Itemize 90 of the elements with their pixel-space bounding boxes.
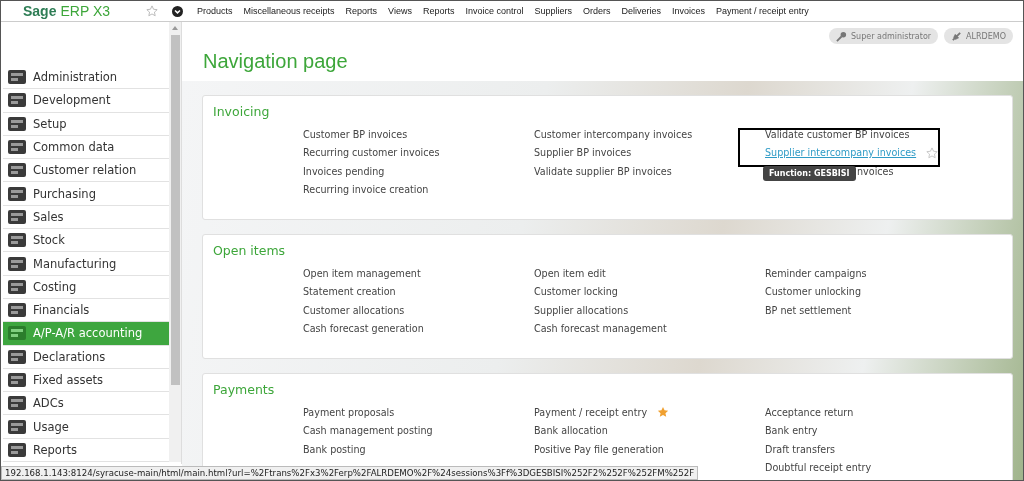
function-link[interactable]: Draft transfers bbox=[765, 443, 836, 455]
module-icon bbox=[7, 417, 27, 436]
sidebar-item[interactable]: Customer relation bbox=[3, 159, 169, 183]
function-link[interactable]: Cash forecast generation bbox=[303, 323, 424, 335]
module-icon bbox=[7, 394, 27, 413]
function-link[interactable]: Validate supplier BP invoices bbox=[534, 165, 672, 177]
function-link[interactable]: Payment / receipt entry bbox=[534, 406, 648, 418]
function-link[interactable]: Customer unlocking bbox=[765, 286, 861, 298]
user-badge[interactable]: Super administrator bbox=[829, 28, 939, 44]
function-link[interactable]: Doubtful receipt entry bbox=[765, 462, 872, 474]
function-link[interactable]: Cash management posting bbox=[303, 425, 433, 437]
sidebar-item[interactable]: Development bbox=[3, 89, 169, 113]
function-link[interactable]: Cash forecast management bbox=[534, 323, 667, 335]
user-badge[interactable]: ALRDEMO bbox=[944, 28, 1013, 44]
star-icon[interactable] bbox=[657, 406, 670, 419]
menu-item[interactable]: Invoice control bbox=[465, 6, 524, 16]
module-icon bbox=[7, 301, 27, 320]
menu-item[interactable]: Suppliers bbox=[534, 6, 573, 16]
function-link[interactable]: Reminder campaigns bbox=[765, 267, 867, 279]
star-icon[interactable] bbox=[926, 146, 939, 159]
module-icon bbox=[7, 91, 27, 110]
function-link[interactable]: Customer allocations bbox=[303, 304, 405, 316]
module-icon bbox=[7, 184, 27, 203]
module-icon bbox=[7, 277, 27, 296]
module-icon bbox=[7, 231, 27, 250]
menu-item[interactable]: Products bbox=[197, 6, 233, 16]
plug-icon bbox=[951, 30, 963, 42]
sidebar-item[interactable]: Setup bbox=[3, 112, 169, 136]
menu-item[interactable]: Views bbox=[388, 6, 412, 16]
function-link[interactable]: Statement creation bbox=[303, 286, 396, 298]
module-icon bbox=[7, 254, 27, 273]
module-icon bbox=[7, 324, 27, 343]
menu-item[interactable]: Deliveries bbox=[621, 6, 662, 16]
function-link[interactable]: Customer intercompany invoices bbox=[534, 128, 693, 140]
function-link[interactable]: Positive Pay file generation bbox=[534, 443, 664, 455]
function-link[interactable]: BP net settlement bbox=[765, 304, 852, 316]
menu-item[interactable]: Payment / receipt entry bbox=[716, 6, 809, 16]
module-icon bbox=[7, 161, 27, 180]
menu-item[interactable]: Orders bbox=[583, 6, 611, 16]
section-title: Open items bbox=[213, 243, 287, 258]
sidebar-item[interactable]: Declarations bbox=[3, 345, 169, 369]
module-icon bbox=[7, 347, 27, 366]
section-title: Invoicing bbox=[213, 104, 271, 119]
sidebar-item[interactable]: Common data bbox=[3, 135, 169, 160]
function-link[interactable]: Open item edit bbox=[534, 267, 606, 279]
key-icon bbox=[836, 30, 847, 42]
module-icon bbox=[7, 440, 27, 459]
sidebar-item[interactable]: Purchasing bbox=[3, 182, 169, 206]
sidebar-item[interactable]: Stock bbox=[3, 229, 169, 253]
sidebar-item[interactable]: Costing bbox=[3, 275, 169, 299]
status-url: 192.168.1.143:8124/syracuse-main/html/main.html?url=%2Ftrans%2Fx3%2Ferp%2FALRDEMO%2F%24sessions%3Ff%3DGESBISI%252F2%252F%252FM%252F bbox=[5, 468, 695, 478]
function-link[interactable]: Bank posting bbox=[303, 443, 366, 455]
sidebar-item[interactable]: Administration bbox=[3, 66, 169, 90]
function-link[interactable]: Bank allocation bbox=[534, 425, 608, 437]
caret-icon[interactable] bbox=[172, 26, 178, 30]
module-icon bbox=[7, 114, 27, 133]
function-link[interactable]: Recurring customer invoices bbox=[303, 147, 440, 159]
section-title: Payments bbox=[213, 382, 276, 397]
module-icon bbox=[7, 138, 27, 157]
chevron-icon[interactable] bbox=[172, 5, 183, 17]
sidebar-item[interactable]: Sales bbox=[3, 205, 169, 230]
sidebar-item[interactable]: ADCs bbox=[3, 392, 169, 416]
module-icon bbox=[7, 207, 27, 226]
menu-item[interactable]: Reports bbox=[422, 6, 455, 16]
module-icon bbox=[7, 68, 27, 87]
scrollbar[interactable] bbox=[169, 22, 181, 462]
function-link[interactable]: Supplier allocations bbox=[534, 304, 629, 316]
star-icon[interactable] bbox=[146, 5, 158, 17]
sidebar-item[interactable]: Fixed assets bbox=[3, 368, 169, 393]
function-link[interactable]: nvoices bbox=[857, 165, 894, 177]
function-link[interactable]: Supplier BP invoices bbox=[534, 147, 632, 159]
menu-item[interactable]: Invoices bbox=[672, 6, 706, 16]
menu-item[interactable]: Miscellaneous receipts bbox=[243, 6, 335, 16]
function-link[interactable]: Open item management bbox=[303, 267, 421, 279]
function-link[interactable]: Customer BP invoices bbox=[303, 128, 408, 140]
sidebar-item[interactable]: Manufacturing bbox=[3, 252, 169, 276]
menu-item[interactable]: Reports bbox=[345, 6, 378, 16]
page-title: Navigation page bbox=[203, 50, 349, 73]
function-link[interactable]: Customer locking bbox=[534, 286, 618, 298]
function-link[interactable]: Payment proposals bbox=[303, 406, 395, 418]
sidebar-item[interactable]: Reports bbox=[3, 438, 169, 463]
function-link[interactable]: Acceptance return bbox=[765, 406, 854, 418]
function-link[interactable]: Validate customer BP invoices bbox=[765, 128, 910, 140]
function-link[interactable]: Recurring invoice creation bbox=[303, 184, 429, 196]
logo-product: ERP X3 bbox=[60, 3, 110, 19]
module-icon bbox=[7, 371, 27, 389]
function-link[interactable]: Invoices pending bbox=[303, 165, 385, 177]
sidebar-item[interactable]: Usage bbox=[3, 415, 169, 439]
function-link[interactable]: Bank entry bbox=[765, 425, 818, 437]
logo-brand: Sage bbox=[23, 3, 57, 19]
